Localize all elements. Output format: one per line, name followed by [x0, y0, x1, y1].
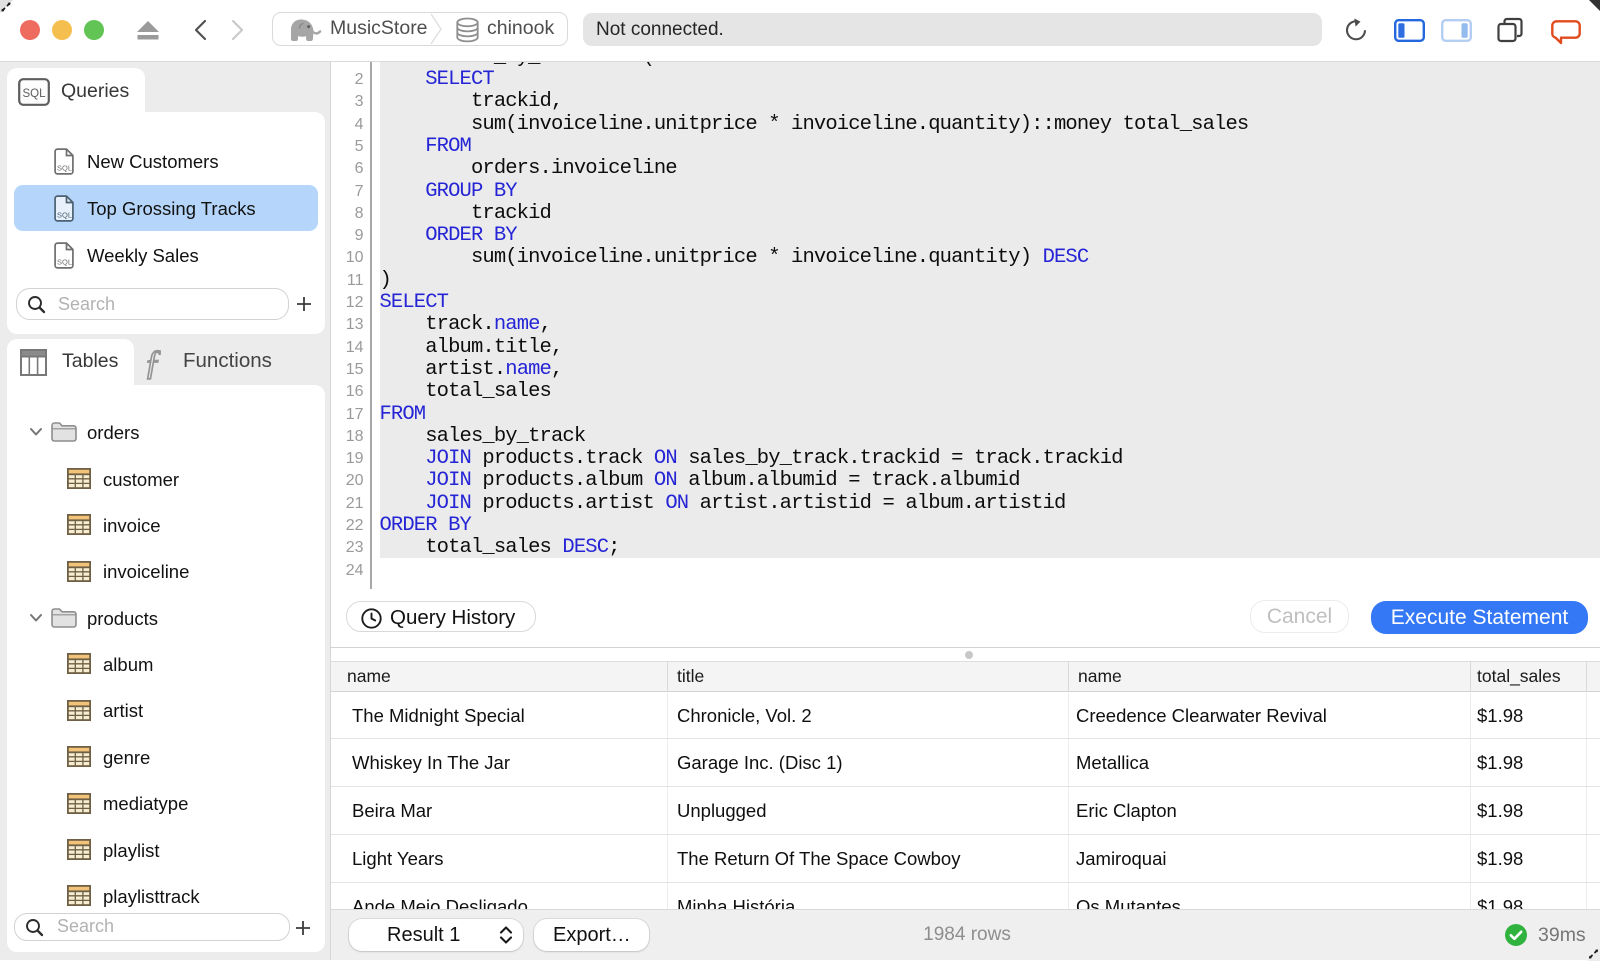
svg-text:SQL: SQL	[57, 164, 72, 173]
svg-text:SQL: SQL	[57, 258, 72, 267]
svg-text:SQL: SQL	[22, 88, 46, 100]
svg-text:SQL: SQL	[57, 211, 72, 220]
